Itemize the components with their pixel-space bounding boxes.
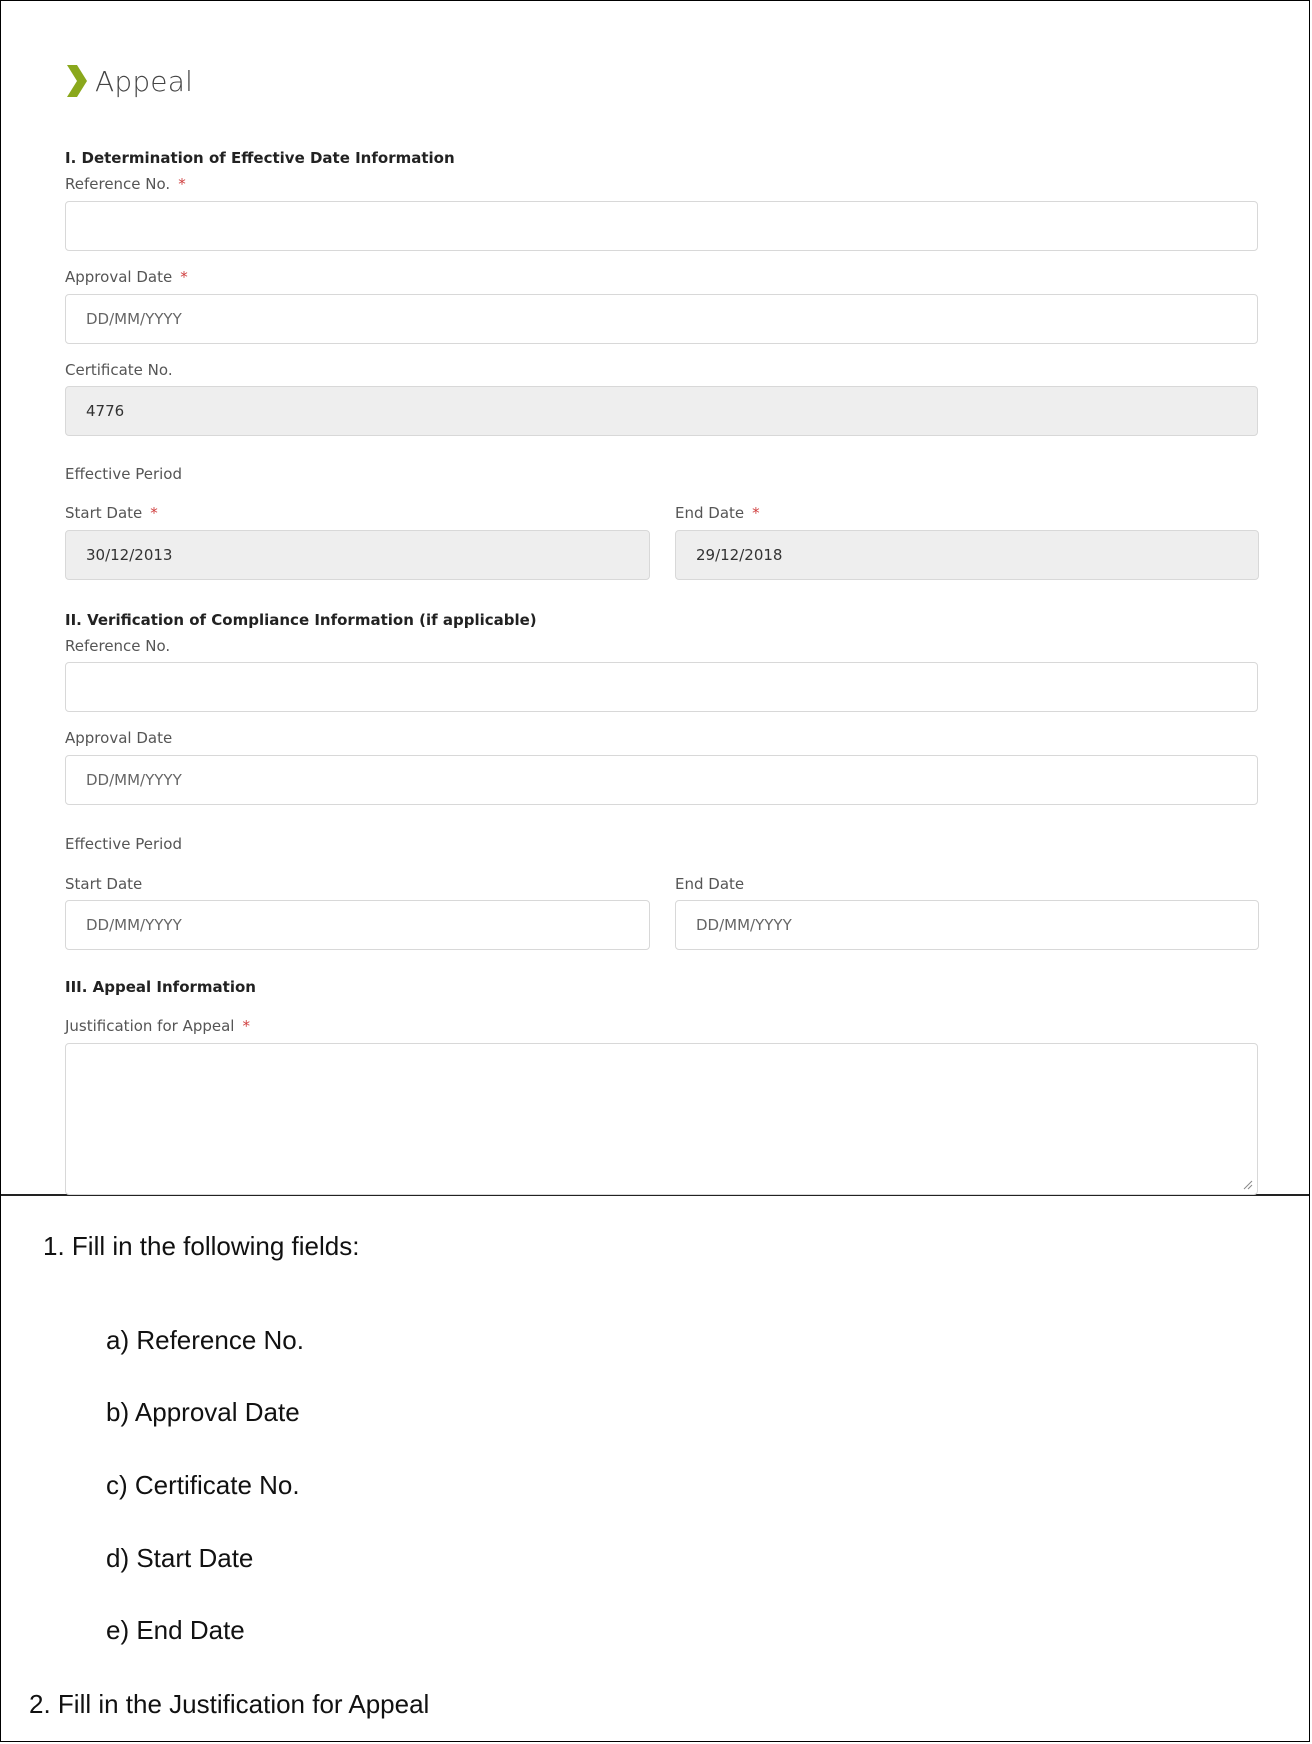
s2-effective-period-label: Effective Period <box>65 835 182 853</box>
s2-start-placeholder: DD/MM/YYYY <box>86 916 182 934</box>
s1-approval-label: Approval Date * <box>65 268 188 286</box>
s2-end-date-input[interactable]: DD/MM/YYYY <box>675 900 1259 950</box>
instruction-item: d) Start Date <box>106 1543 254 1573</box>
instructions-panel: 1. Fill in the following fields: a) Refe… <box>1 1197 1309 1742</box>
s1-reference-label: Reference No. * <box>65 175 186 193</box>
required-asterisk: * <box>180 268 188 286</box>
s2-start-label: Start Date <box>65 875 143 893</box>
s1-certificate-label: Certificate No. <box>65 361 173 379</box>
s1-approval-placeholder: DD/MM/YYYY <box>86 310 182 328</box>
page-title: Appeal <box>95 64 194 98</box>
s2-start-date-input[interactable]: DD/MM/YYYY <box>65 900 650 950</box>
section-2-heading: II. Verification of Compliance Informati… <box>65 611 537 629</box>
s1-end-value: 29/12/2018 <box>696 546 783 564</box>
required-asterisk: * <box>150 504 158 522</box>
instruction-item: a) Reference No. <box>106 1325 304 1355</box>
instruction-item: e) End Date <box>106 1615 245 1645</box>
page-header: Appeal <box>65 63 193 99</box>
s1-start-label: Start Date * <box>65 504 158 522</box>
chevron-right-icon <box>67 65 87 97</box>
justification-textarea[interactable] <box>65 1043 1258 1195</box>
justification-label: Justification for Appeal * <box>65 1017 250 1035</box>
instruction-item: b) Approval Date <box>106 1397 300 1427</box>
s2-reference-label: Reference No. <box>65 637 171 655</box>
s1-end-date-input: 29/12/2018 <box>675 530 1259 580</box>
resize-handle-icon[interactable] <box>1241 1178 1253 1190</box>
s2-approval-placeholder: DD/MM/YYYY <box>86 771 182 789</box>
s2-end-placeholder: DD/MM/YYYY <box>696 916 792 934</box>
s2-approval-label: Approval Date <box>65 729 173 747</box>
s2-end-label: End Date <box>675 875 745 893</box>
instruction-step-1: 1. Fill in the following fields: <box>43 1231 360 1261</box>
required-asterisk: * <box>752 504 760 522</box>
required-asterisk: * <box>242 1017 250 1035</box>
s1-end-label: End Date * <box>675 504 760 522</box>
section-1-heading: I. Determination of Effective Date Infor… <box>65 149 455 167</box>
s2-approval-date-input[interactable]: DD/MM/YYYY <box>65 755 1258 805</box>
instruction-step-2: 2. Fill in the Justification for Appeal <box>29 1689 430 1719</box>
s2-reference-input[interactable] <box>65 662 1258 712</box>
s1-start-date-input: 30/12/2013 <box>65 530 650 580</box>
s1-start-value: 30/12/2013 <box>86 546 173 564</box>
document-frame: Appeal I. Determination of Effective Dat… <box>0 0 1310 1742</box>
instruction-item: c) Certificate No. <box>106 1470 300 1500</box>
s1-reference-input[interactable] <box>65 201 1258 251</box>
appeal-form-screenshot: Appeal I. Determination of Effective Dat… <box>1 1 1309 1196</box>
section-3-heading: III. Appeal Information <box>65 978 256 996</box>
required-asterisk: * <box>178 175 186 193</box>
s1-certificate-input: 4776 <box>65 386 1258 436</box>
s1-approval-date-input[interactable]: DD/MM/YYYY <box>65 294 1258 344</box>
s1-certificate-value: 4776 <box>86 402 125 420</box>
s1-effective-period-label: Effective Period <box>65 465 182 483</box>
